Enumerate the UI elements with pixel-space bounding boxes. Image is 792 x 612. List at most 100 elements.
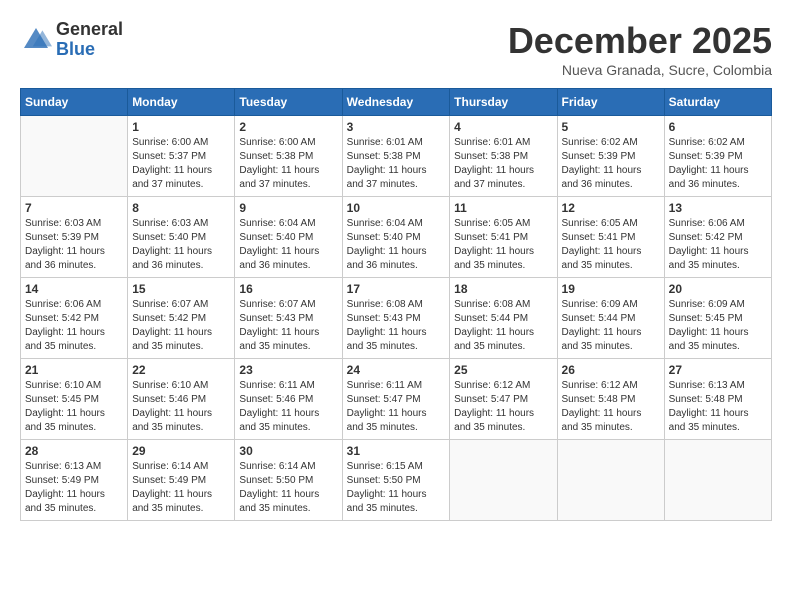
day-number: 13 — [669, 201, 767, 215]
day-number: 19 — [562, 282, 660, 296]
calendar-cell — [557, 440, 664, 521]
day-number: 9 — [239, 201, 337, 215]
day-detail: Sunrise: 6:05 AMSunset: 5:41 PMDaylight:… — [562, 217, 660, 273]
calendar-week-1: 1 Sunrise: 6:00 AMSunset: 5:37 PMDaylight… — [21, 116, 772, 197]
day-number: 27 — [669, 363, 767, 377]
day-detail: Sunrise: 6:13 AMSunset: 5:49 PMDaylight:… — [25, 460, 123, 516]
calendar-cell: 29Sunrise: 6:14 AMSunset: 5:49 PMDayligh… — [128, 440, 235, 521]
day-number: 11 — [454, 201, 552, 215]
day-detail: Sunrise: 6:02 AMSunset: 5:39 PMDaylight:… — [669, 136, 767, 192]
day-detail: Sunrise: 6:04 AMSunset: 5:40 PMDaylight:… — [347, 217, 446, 273]
day-detail: Sunrise: 6:12 AMSunset: 5:48 PMDaylight:… — [562, 379, 660, 435]
day-number: 15 — [132, 282, 230, 296]
calendar-cell: 31 Sunrise: 6:15 AMSunset: 5:50 PMDayligh… — [342, 440, 450, 521]
calendar-week-4: 21 Sunrise: 6:10 AMSunset: 5:45 PMDayligh… — [21, 359, 772, 440]
calendar-cell: 13 Sunrise: 6:06 AMSunset: 5:42 PMDayligh… — [664, 197, 771, 278]
calendar-cell: 10 Sunrise: 6:04 AMSunset: 5:40 PMDayligh… — [342, 197, 450, 278]
day-number: 14 — [25, 282, 123, 296]
day-detail: Sunrise: 6:00 AMSunset: 5:38 PMDaylight:… — [239, 136, 337, 192]
calendar-cell — [664, 440, 771, 521]
weekday-header-thursday: Thursday — [450, 89, 557, 116]
day-number: 25 — [454, 363, 552, 377]
calendar-cell — [21, 116, 128, 197]
day-detail: Sunrise: 6:08 AMSunset: 5:43 PMDaylight:… — [347, 298, 446, 354]
day-detail: Sunrise: 6:03 AMSunset: 5:40 PMDaylight:… — [132, 217, 230, 273]
day-detail: Sunrise: 6:07 AMSunset: 5:42 PMDaylight:… — [132, 298, 230, 354]
calendar-cell: 9 Sunrise: 6:04 AMSunset: 5:40 PMDaylight… — [235, 197, 342, 278]
calendar-cell: 20Sunrise: 6:09 AMSunset: 5:45 PMDayligh… — [664, 278, 771, 359]
day-detail: Sunrise: 6:07 AMSunset: 5:43 PMDaylight:… — [239, 298, 337, 354]
calendar-cell: 30 Sunrise: 6:14 AMSunset: 5:50 PMDayligh… — [235, 440, 342, 521]
calendar-cell: 17 Sunrise: 6:08 AMSunset: 5:43 PMDayligh… — [342, 278, 450, 359]
calendar-cell: 16Sunrise: 6:07 AMSunset: 5:43 PMDayligh… — [235, 278, 342, 359]
calendar-header: SundayMondayTuesdayWednesdayThursdayFrid… — [21, 89, 772, 116]
day-number: 28 — [25, 444, 123, 458]
day-detail: Sunrise: 6:01 AMSunset: 5:38 PMDaylight:… — [454, 136, 552, 192]
day-number: 22 — [132, 363, 230, 377]
logo-general-text: General — [56, 20, 123, 40]
calendar-cell: 3Sunrise: 6:01 AMSunset: 5:38 PMDaylight… — [342, 116, 450, 197]
day-detail: Sunrise: 6:10 AMSunset: 5:46 PMDaylight:… — [132, 379, 230, 435]
weekday-header-monday: Monday — [128, 89, 235, 116]
calendar-table: SundayMondayTuesdayWednesdayThursdayFrid… — [20, 88, 772, 521]
calendar-cell: 19 Sunrise: 6:09 AMSunset: 5:44 PMDayligh… — [557, 278, 664, 359]
calendar-cell: 5 Sunrise: 6:02 AMSunset: 5:39 PMDaylight… — [557, 116, 664, 197]
calendar-cell: 26Sunrise: 6:12 AMSunset: 5:48 PMDayligh… — [557, 359, 664, 440]
day-number: 31 — [347, 444, 446, 458]
day-detail: Sunrise: 6:10 AMSunset: 5:45 PMDaylight:… — [25, 379, 123, 435]
calendar-cell — [450, 440, 557, 521]
calendar-week-2: 7 Sunrise: 6:03 AMSunset: 5:39 PMDaylight… — [21, 197, 772, 278]
calendar-week-5: 28 Sunrise: 6:13 AMSunset: 5:49 PMDayligh… — [21, 440, 772, 521]
day-detail: Sunrise: 6:15 AMSunset: 5:50 PMDaylight:… — [347, 460, 446, 516]
day-number: 24 — [347, 363, 446, 377]
logo-icon — [20, 24, 52, 56]
weekday-header-saturday: Saturday — [664, 89, 771, 116]
day-detail: Sunrise: 6:06 AMSunset: 5:42 PMDaylight:… — [669, 217, 767, 273]
day-number: 12 — [562, 201, 660, 215]
day-detail: Sunrise: 6:04 AMSunset: 5:40 PMDaylight:… — [239, 217, 337, 273]
logo-text: General Blue — [56, 20, 123, 60]
day-number: 2 — [239, 120, 337, 134]
day-detail: Sunrise: 6:11 AMSunset: 5:47 PMDaylight:… — [347, 379, 446, 435]
day-detail: Sunrise: 6:00 AMSunset: 5:37 PMDaylight:… — [132, 136, 230, 192]
calendar-cell: 6 Sunrise: 6:02 AMSunset: 5:39 PMDaylight… — [664, 116, 771, 197]
weekday-header-wednesday: Wednesday — [342, 89, 450, 116]
day-detail: Sunrise: 6:05 AMSunset: 5:41 PMDaylight:… — [454, 217, 552, 273]
day-detail: Sunrise: 6:06 AMSunset: 5:42 PMDaylight:… — [25, 298, 123, 354]
weekday-header-sunday: Sunday — [21, 89, 128, 116]
day-number: 4 — [454, 120, 552, 134]
day-number: 5 — [562, 120, 660, 134]
day-detail: Sunrise: 6:14 AMSunset: 5:50 PMDaylight:… — [239, 460, 337, 516]
day-number: 7 — [25, 201, 123, 215]
weekday-header-tuesday: Tuesday — [235, 89, 342, 116]
day-detail: Sunrise: 6:03 AMSunset: 5:39 PMDaylight:… — [25, 217, 123, 273]
title-area: December 2025 Nueva Granada, Sucre, Colo… — [508, 20, 772, 78]
day-detail: Sunrise: 6:11 AMSunset: 5:46 PMDaylight:… — [239, 379, 337, 435]
calendar-cell: 8Sunrise: 6:03 AMSunset: 5:40 PMDaylight… — [128, 197, 235, 278]
day-detail: Sunrise: 6:01 AMSunset: 5:38 PMDaylight:… — [347, 136, 446, 192]
calendar-cell: 28 Sunrise: 6:13 AMSunset: 5:49 PMDayligh… — [21, 440, 128, 521]
calendar-cell: 27Sunrise: 6:13 AMSunset: 5:48 PMDayligh… — [664, 359, 771, 440]
day-number: 21 — [25, 363, 123, 377]
calendar-cell: 2 Sunrise: 6:00 AMSunset: 5:38 PMDaylight… — [235, 116, 342, 197]
calendar-body: 1 Sunrise: 6:00 AMSunset: 5:37 PMDaylight… — [21, 116, 772, 521]
calendar-cell: 1 Sunrise: 6:00 AMSunset: 5:37 PMDaylight… — [128, 116, 235, 197]
calendar-cell: 4 Sunrise: 6:01 AMSunset: 5:38 PMDaylight… — [450, 116, 557, 197]
weekday-header-row: SundayMondayTuesdayWednesdayThursdayFrid… — [21, 89, 772, 116]
day-number: 1 — [132, 120, 230, 134]
day-number: 23 — [239, 363, 337, 377]
day-detail: Sunrise: 6:09 AMSunset: 5:44 PMDaylight:… — [562, 298, 660, 354]
calendar-cell: 23 Sunrise: 6:11 AMSunset: 5:46 PMDayligh… — [235, 359, 342, 440]
calendar-cell: 12 Sunrise: 6:05 AMSunset: 5:41 PMDayligh… — [557, 197, 664, 278]
location-text: Nueva Granada, Sucre, Colombia — [508, 62, 772, 78]
logo-blue-text: Blue — [56, 40, 123, 60]
calendar-cell: 25Sunrise: 6:12 AMSunset: 5:47 PMDayligh… — [450, 359, 557, 440]
day-number: 6 — [669, 120, 767, 134]
day-detail: Sunrise: 6:08 AMSunset: 5:44 PMDaylight:… — [454, 298, 552, 354]
month-title: December 2025 — [508, 20, 772, 62]
day-number: 17 — [347, 282, 446, 296]
day-number: 10 — [347, 201, 446, 215]
day-detail: Sunrise: 6:02 AMSunset: 5:39 PMDaylight:… — [562, 136, 660, 192]
day-number: 20 — [669, 282, 767, 296]
day-number: 30 — [239, 444, 337, 458]
